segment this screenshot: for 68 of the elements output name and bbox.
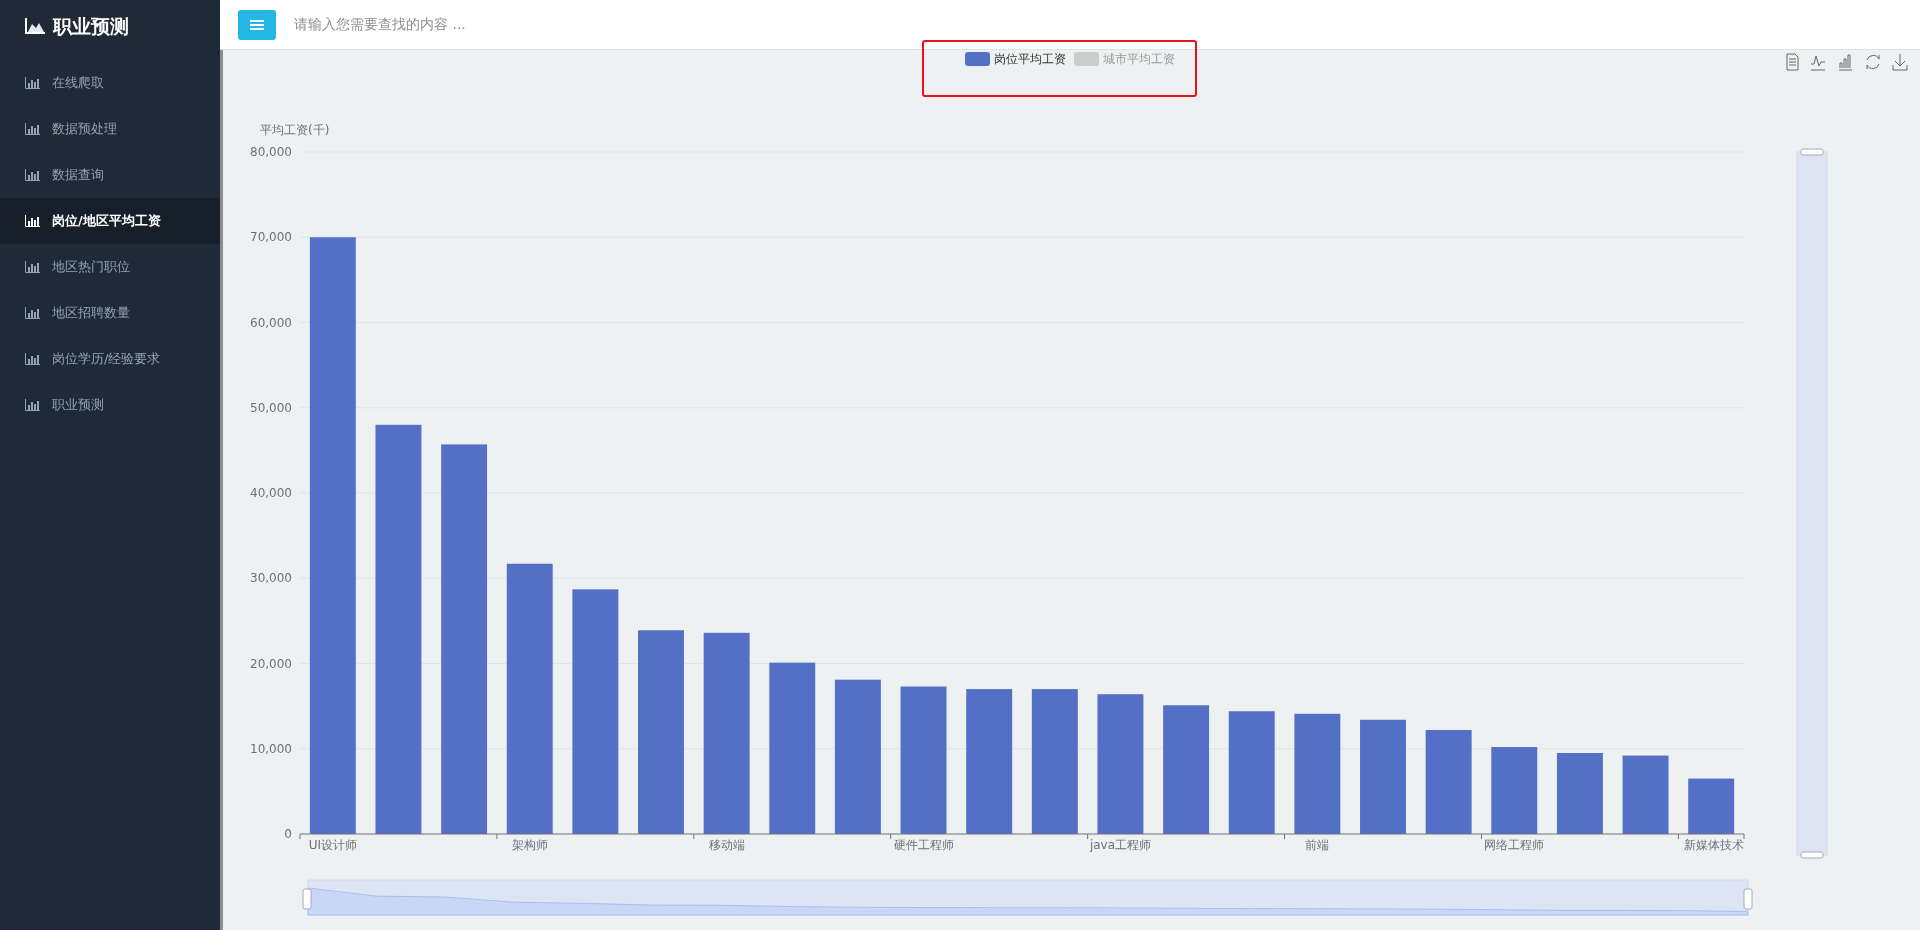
y-axis-label: 80,000	[250, 145, 292, 159]
x-axis-label: 硬件工程师	[893, 838, 954, 852]
bar[interactable]	[375, 424, 422, 834]
area-chart-icon	[25, 18, 45, 34]
horizontal-zoom-slider[interactable]	[302, 879, 1753, 916]
bar[interactable]	[769, 662, 816, 834]
y-axis-label: 70,000	[250, 230, 292, 245]
bar[interactable]	[441, 444, 488, 834]
y-axis-label: 40,000	[250, 486, 292, 500]
sidebar-item[interactable]: 地区招聘数量	[0, 290, 220, 336]
x-axis-label: 新媒体技术	[1684, 838, 1744, 852]
bar-chart-icon	[25, 77, 40, 89]
bar[interactable]	[1228, 711, 1275, 834]
sidebar-item[interactable]: 职业预测	[0, 382, 220, 428]
download-icon[interactable]	[1892, 53, 1908, 71]
menu-icon	[250, 18, 264, 31]
data-view-icon[interactable]	[1786, 53, 1799, 71]
refresh-icon[interactable]	[1866, 54, 1880, 70]
bar[interactable]	[1097, 694, 1144, 834]
bar-chart-icon[interactable]	[1838, 54, 1853, 71]
x-axis-label: 前端	[1305, 838, 1330, 852]
bar[interactable]	[1031, 689, 1078, 834]
legend-swatch[interactable]	[1074, 52, 1099, 66]
app-name: 职业预测	[53, 13, 129, 39]
bar-chart-icon	[25, 123, 40, 135]
bar[interactable]	[506, 563, 553, 834]
sidebar-item[interactable]: 数据预处理	[0, 106, 220, 152]
bar-chart-icon	[25, 307, 40, 319]
bar[interactable]	[834, 679, 881, 834]
sidebar-item[interactable]: 数据查询	[0, 152, 220, 198]
x-axis-label: 移动端	[708, 838, 745, 852]
sidebar-item[interactable]: 岗位/地区平均工资	[0, 198, 220, 244]
bar[interactable]	[1425, 730, 1472, 834]
y-axis-label: 10,000	[250, 741, 292, 756]
sidebar-item[interactable]: 地区热门职位	[0, 244, 220, 290]
line-chart-icon[interactable]	[1810, 55, 1826, 71]
x-axis-label: 架构师	[511, 838, 548, 852]
bar-chart-icon	[25, 399, 40, 411]
y-axis-label: 30,000	[250, 571, 292, 586]
y-axis-label: 60,000	[250, 315, 292, 330]
bar[interactable]	[572, 589, 619, 834]
bar[interactable]	[1294, 713, 1341, 834]
bar-chart-icon	[25, 353, 40, 365]
y-axis-label: 0	[284, 827, 292, 841]
bar-chart-icon	[25, 215, 40, 227]
bar-chart-icon	[25, 169, 40, 181]
legend-label[interactable]: 岗位平均工资	[994, 52, 1066, 66]
y-axis-label: 50,000	[250, 400, 292, 415]
menu-button[interactable]	[238, 9, 276, 40]
bar[interactable]	[1688, 778, 1735, 834]
x-axis-label: UI设计师	[308, 838, 357, 852]
x-axis-label: 网络工程师	[1484, 838, 1545, 852]
vertical-zoom-slider[interactable]	[1796, 148, 1828, 859]
bar[interactable]	[966, 689, 1013, 834]
bar[interactable]	[1163, 705, 1210, 834]
bar[interactable]	[1491, 747, 1538, 834]
bar[interactable]	[900, 686, 947, 834]
bar[interactable]	[703, 632, 750, 834]
x-axis-label: java工程师	[1089, 838, 1152, 852]
bar[interactable]	[1556, 753, 1603, 834]
sidebar-item[interactable]: 在线爬取	[0, 60, 220, 106]
legend-swatch[interactable]	[965, 52, 990, 66]
bar[interactable]	[309, 237, 356, 834]
sidebar-item[interactable]: 岗位学历/经验要求	[0, 336, 220, 382]
y-axis-label: 20,000	[250, 656, 292, 671]
y-axis-title: 平均工资(千)	[260, 123, 330, 137]
bar[interactable]	[1622, 755, 1669, 834]
bar-chart-icon	[25, 261, 40, 273]
